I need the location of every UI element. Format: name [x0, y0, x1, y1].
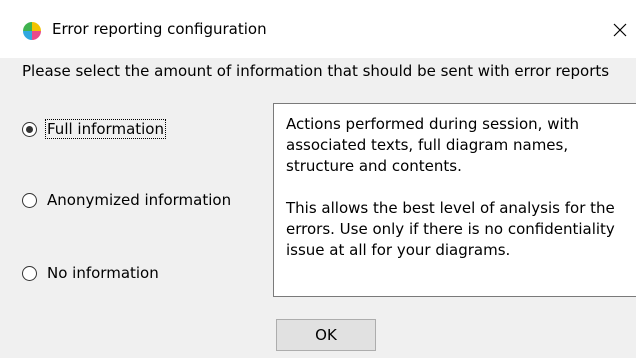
- close-button[interactable]: [604, 14, 636, 46]
- close-icon: [613, 23, 627, 37]
- ok-button[interactable]: OK: [276, 319, 376, 351]
- radio-full-information[interactable]: [22, 121, 37, 137]
- option-label[interactable]: Anonymized information: [46, 191, 232, 209]
- option-label[interactable]: No information: [46, 264, 160, 282]
- instruction-text: Please select the amount of information …: [22, 62, 610, 80]
- option-label[interactable]: Full information: [45, 119, 166, 139]
- description-panel: Actions performed during session, with a…: [273, 103, 636, 297]
- radio-no-information[interactable]: [22, 265, 37, 281]
- title-bar: Error reporting configuration: [0, 0, 636, 58]
- option-anonymized-information[interactable]: Anonymized information: [22, 189, 232, 211]
- option-full-information[interactable]: Full information: [22, 118, 166, 140]
- description-paragraph: This allows the best level of analysis f…: [286, 199, 615, 259]
- window-title: Error reporting configuration: [52, 20, 267, 38]
- radio-anonymized-information[interactable]: [22, 192, 37, 208]
- app-logo-icon: [23, 22, 41, 40]
- option-no-information[interactable]: No information: [22, 262, 160, 284]
- description-paragraph: Actions performed during session, with a…: [286, 115, 580, 175]
